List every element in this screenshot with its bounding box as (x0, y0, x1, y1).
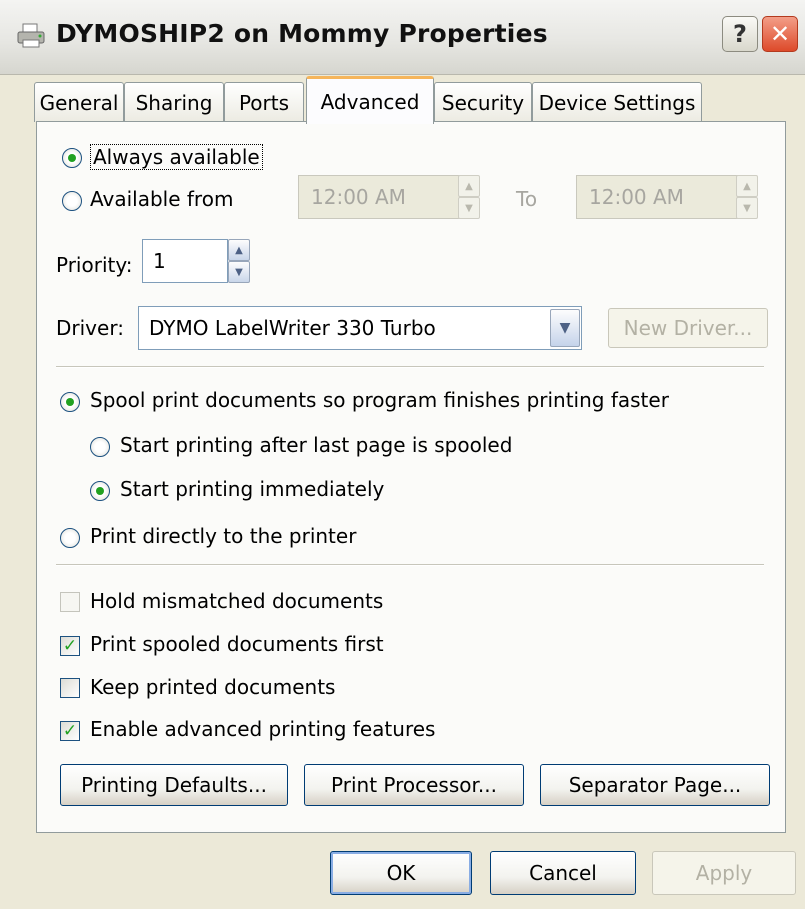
tab-advanced[interactable]: Advanced (306, 76, 434, 124)
close-button[interactable]: ✕ (762, 16, 798, 52)
tab-ports[interactable]: Ports (224, 82, 304, 122)
print-processor-button[interactable]: Print Processor... (304, 764, 524, 806)
chevron-down-icon[interactable]: ▼ (550, 309, 580, 347)
tab-device-settings[interactable]: Device Settings (532, 82, 702, 122)
keep-printed-checkbox[interactable] (60, 678, 80, 698)
priority-up-button[interactable]: ▲ (228, 239, 250, 261)
available-from-label[interactable]: Available from (90, 187, 233, 211)
print-spooled-first-label[interactable]: Print spooled documents first (90, 632, 384, 656)
separator-page-button[interactable]: Separator Page... (540, 764, 770, 806)
from-time-down-button[interactable]: ▼ (458, 197, 480, 219)
start-after-last-page-label[interactable]: Start printing after last page is spoole… (120, 433, 512, 457)
tab-label: General (39, 90, 119, 115)
print-spooled-first-checkbox[interactable]: ✓ (60, 636, 80, 656)
spool-label[interactable]: Spool print documents so program finishe… (90, 388, 669, 412)
priority-label: Priority: (56, 253, 133, 277)
to-time-up-button[interactable]: ▲ (736, 175, 758, 197)
spool-radio[interactable] (60, 392, 80, 412)
enable-advanced-features-label[interactable]: Enable advanced printing features (90, 717, 435, 741)
separator (56, 564, 764, 566)
to-time-down-button[interactable]: ▼ (736, 197, 758, 219)
from-time-field[interactable]: 12:00 AM (298, 175, 460, 219)
driver-select[interactable]: DYMO LabelWriter 330 Turbo (138, 306, 582, 350)
from-time-up-button[interactable]: ▲ (458, 175, 480, 197)
always-available-radio[interactable] (62, 148, 82, 168)
to-label: To (516, 187, 538, 211)
start-immediately-label[interactable]: Start printing immediately (120, 477, 384, 501)
help-button[interactable]: ? (722, 16, 758, 52)
to-time-field[interactable]: 12:00 AM (576, 175, 738, 219)
priority-input[interactable]: 1 (142, 239, 228, 283)
driver-label: Driver: (56, 316, 124, 340)
start-immediately-radio[interactable] (90, 481, 110, 501)
tab-label: Sharing (135, 90, 213, 115)
apply-button[interactable]: Apply (652, 851, 796, 895)
start-after-last-page-radio[interactable] (90, 437, 110, 457)
title-bar[interactable]: DYMOSHIP2 on Mommy Properties ? ✕ (0, 0, 805, 75)
priority-down-button[interactable]: ▼ (228, 261, 250, 283)
enable-advanced-features-checkbox[interactable]: ✓ (60, 721, 80, 741)
tab-label: Device Settings (538, 90, 696, 115)
print-directly-label[interactable]: Print directly to the printer (90, 524, 356, 548)
cancel-button[interactable]: Cancel (490, 851, 636, 895)
printer-icon (17, 23, 45, 48)
tab-label: Ports (238, 90, 290, 115)
ok-button[interactable]: OK (330, 851, 472, 895)
always-available-label[interactable]: Always available (90, 144, 263, 170)
tab-sharing[interactable]: Sharing (124, 82, 224, 122)
printing-defaults-button[interactable]: Printing Defaults... (60, 764, 288, 806)
available-from-radio[interactable] (62, 191, 82, 211)
separator (56, 366, 764, 368)
hold-mismatched-label[interactable]: Hold mismatched documents (90, 589, 383, 613)
tab-security[interactable]: Security (434, 82, 532, 122)
print-directly-radio[interactable] (60, 528, 80, 548)
tab-label: Advanced (320, 89, 420, 114)
driver-select-value: DYMO LabelWriter 330 Turbo (149, 316, 436, 340)
new-driver-button[interactable]: New Driver... (608, 308, 768, 348)
tab-label: Security (441, 90, 525, 115)
window-title: DYMOSHIP2 on Mommy Properties (56, 19, 548, 48)
keep-printed-label[interactable]: Keep printed documents (90, 675, 335, 699)
hold-mismatched-checkbox[interactable] (60, 592, 80, 612)
tab-general[interactable]: General (34, 82, 124, 122)
